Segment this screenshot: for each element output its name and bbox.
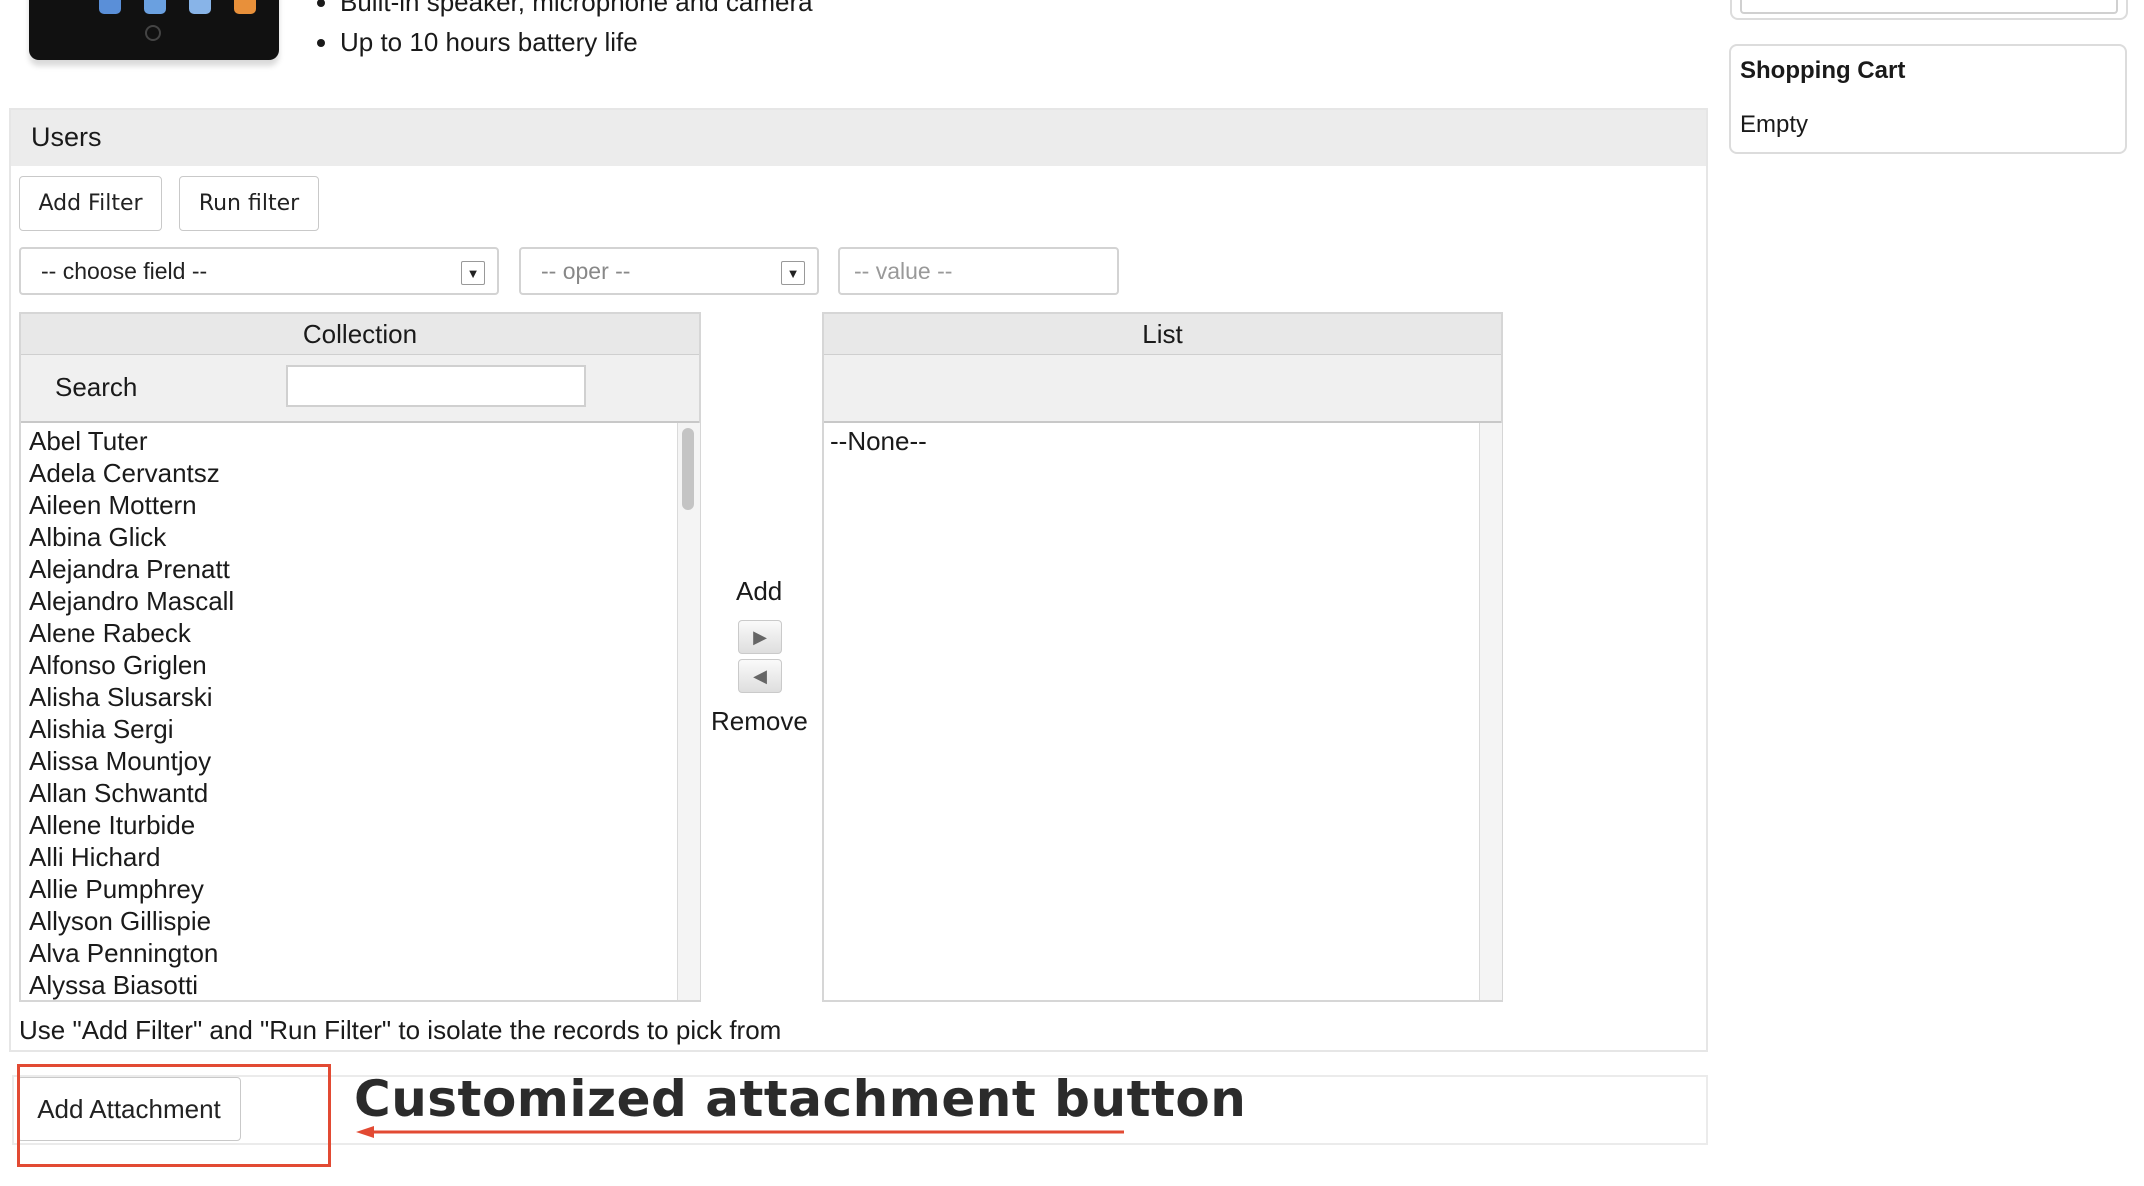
product-image (29, 0, 279, 60)
arrow-right-icon: ▶ (753, 626, 767, 647)
product-features: Built-in speaker, microphone and camera … (310, 0, 813, 62)
app-icon (99, 0, 121, 14)
list-item[interactable]: Alejandra Prenatt (21, 553, 677, 585)
arrow-left-icon: ◀ (753, 665, 767, 686)
list-item[interactable]: Alisha Slusarski (21, 681, 677, 713)
move-left-button[interactable]: ◀ (738, 659, 782, 693)
annotation-arrow-icon (356, 1126, 1124, 1138)
shopping-cart-title: Shopping Cart (1740, 57, 1906, 84)
list-item[interactable]: Albina Glick (21, 521, 677, 553)
choose-field-select[interactable]: -- choose field -- ▼ (19, 247, 499, 295)
add-label: Add (736, 576, 783, 606)
list-item[interactable]: Allyson Gillispie (21, 905, 677, 937)
run-filter-button[interactable]: Run filter (179, 176, 319, 231)
users-panel-header (11, 110, 1706, 166)
filter-value-placeholder: -- value -- (854, 257, 953, 284)
annotation-text: Customized attachment button (354, 1070, 1247, 1128)
list-item[interactable]: Aileen Mottern (21, 489, 677, 521)
shopping-cart-status: Empty (1740, 111, 1809, 138)
feature-item: Up to 10 hours battery life (340, 22, 813, 62)
list-scrollbar[interactable] (1479, 423, 1502, 1000)
move-right-button[interactable]: ▶ (738, 620, 782, 654)
app-icon (144, 0, 166, 14)
app-icon (234, 0, 256, 14)
annotation-highlight-box (17, 1064, 331, 1167)
users-panel-title: Users (31, 122, 102, 152)
list-item[interactable]: Alejandro Mascall (21, 585, 677, 617)
list-item[interactable]: Allan Schwantd (21, 777, 677, 809)
list-item[interactable]: Alli Hichard (21, 841, 677, 873)
dropdown-arrow-icon: ▼ (461, 261, 485, 285)
operator-value: -- oper -- (541, 257, 631, 284)
sidebar-top-input[interactable] (1740, 0, 2118, 14)
feature-item: Built-in speaker, microphone and camera (340, 0, 813, 22)
filter-hint: Use "Add Filter" and "Run Filter" to iso… (19, 1015, 782, 1045)
collection-scrollbar-thumb[interactable] (682, 428, 694, 510)
choose-field-value: -- choose field -- (41, 257, 208, 284)
list-item[interactable]: Alishia Sergi (21, 713, 677, 745)
list-item[interactable]: Alyssa Biasotti (21, 969, 677, 1000)
filter-value-input[interactable]: -- value -- (838, 247, 1119, 295)
add-filter-button[interactable]: Add Filter (19, 176, 162, 231)
search-input[interactable] (286, 365, 586, 407)
list-item[interactable]: Allie Pumphrey (21, 873, 677, 905)
dropdown-arrow-icon: ▼ (781, 261, 805, 285)
list-item[interactable]: --None-- (830, 425, 927, 457)
app-icon (189, 0, 211, 14)
list-header: List (824, 314, 1501, 355)
search-label: Search (55, 372, 138, 402)
list-item[interactable]: Alfonso Griglen (21, 649, 677, 681)
list-toolbar (824, 355, 1501, 423)
list-item[interactable]: Alene Rabeck (21, 617, 677, 649)
home-button-graphic (145, 25, 161, 41)
list-item[interactable]: Alissa Mountjoy (21, 745, 677, 777)
collection-header: Collection (21, 314, 699, 355)
list-item[interactable]: Alva Pennington (21, 937, 677, 969)
list-item[interactable]: Abel Tuter (21, 425, 677, 457)
list-item[interactable]: Adela Cervantsz (21, 457, 677, 489)
remove-label: Remove (711, 706, 808, 736)
list-item[interactable]: Allene Iturbide (21, 809, 677, 841)
operator-select[interactable]: -- oper -- ▼ (519, 247, 819, 295)
collection-list[interactable]: Abel Tuter Adela Cervantsz Aileen Motter… (21, 425, 677, 1000)
